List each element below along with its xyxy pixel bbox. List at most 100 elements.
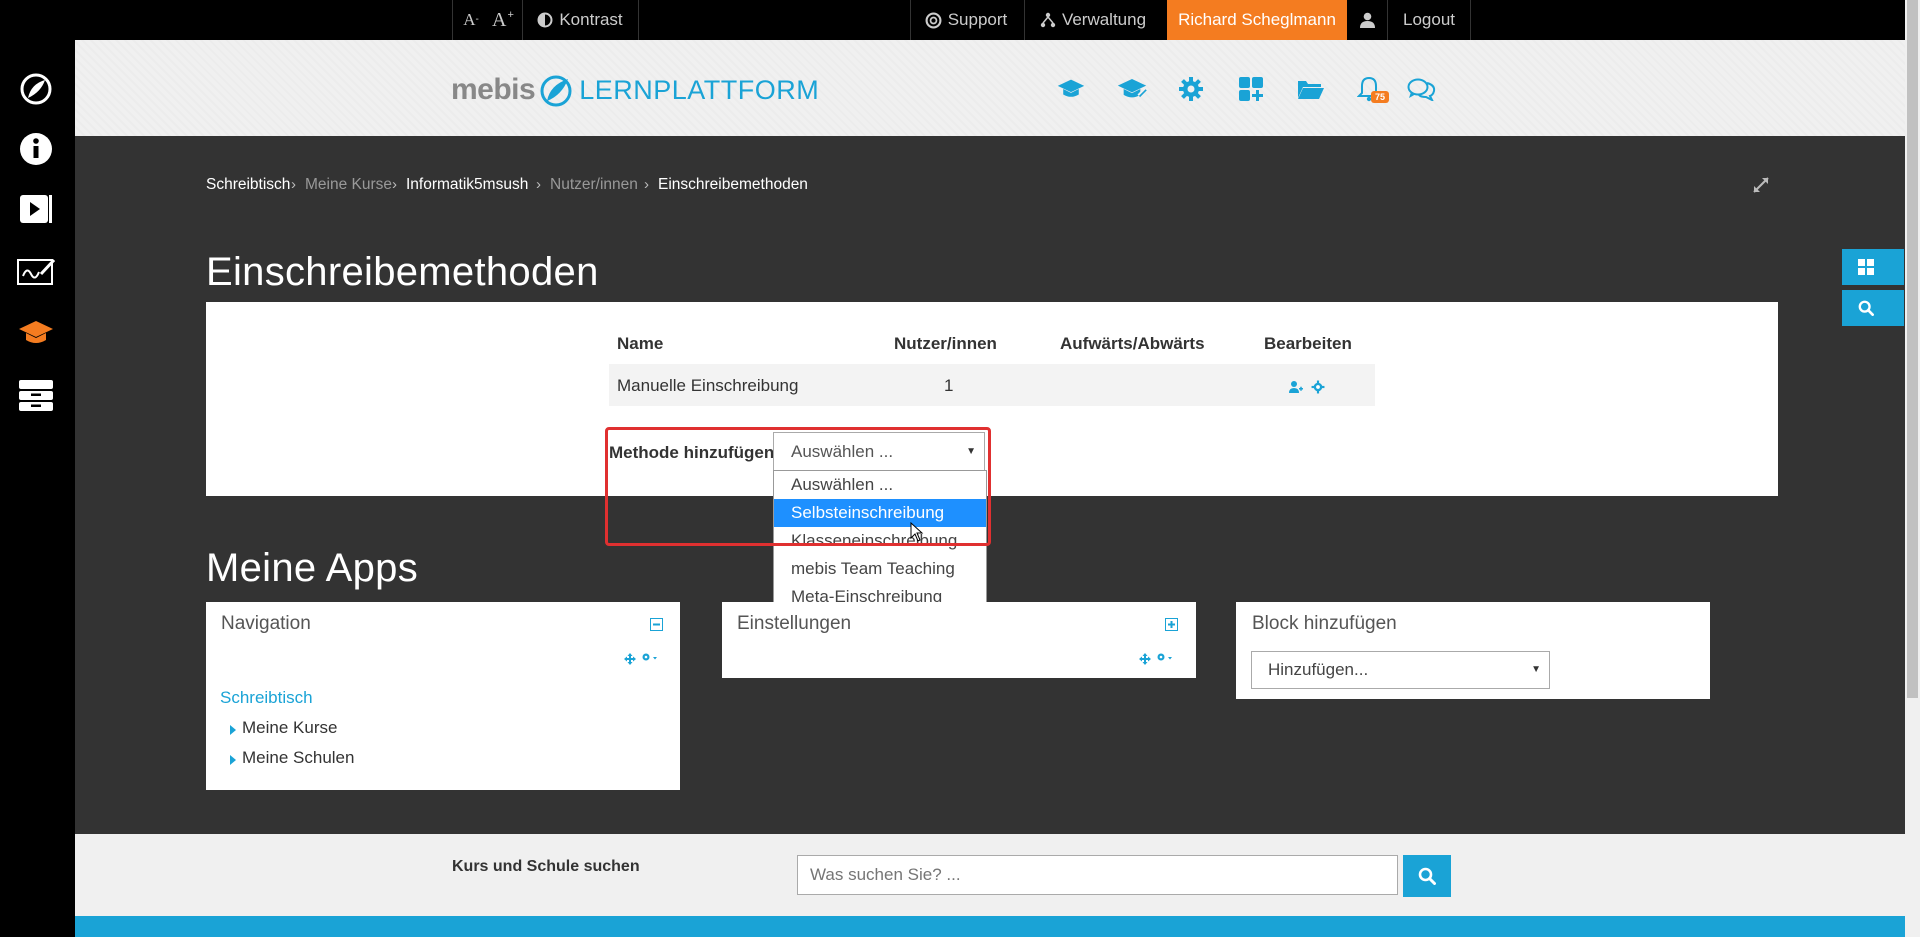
- expand-icon: [1753, 177, 1769, 193]
- method-name: Manuelle Einschreibung: [617, 376, 799, 395]
- col-header-name: Name: [617, 334, 664, 353]
- block-actions-button[interactable]: [1156, 651, 1174, 669]
- font-decrease-button[interactable]: A-: [458, 0, 484, 40]
- breadcrumb-current: Einschreibemethoden: [658, 176, 808, 193]
- archive-icon: [19, 380, 53, 411]
- highlight-frame: [605, 427, 991, 546]
- col-header-users: Nutzer/innen: [894, 334, 997, 353]
- nav-home-link[interactable]: Schreibtisch: [220, 688, 313, 708]
- contrast-icon: [537, 12, 553, 28]
- scrollbar-thumb[interactable]: [1907, 0, 1918, 698]
- block-actions-button[interactable]: [641, 651, 659, 669]
- fullscreen-button[interactable]: [1752, 176, 1770, 199]
- header-notifications-button[interactable]: 75: [1353, 73, 1390, 105]
- user-add-icon: [1289, 381, 1303, 393]
- course-school-search-input[interactable]: [797, 855, 1398, 895]
- gear-dropdown-icon: [1157, 653, 1172, 661]
- media-button[interactable]: [17, 190, 55, 228]
- minus-square-icon: [650, 618, 663, 631]
- notification-badge: 75: [1371, 91, 1390, 103]
- breadcrumb-home[interactable]: Schreibtisch: [206, 176, 290, 194]
- header-files-button[interactable]: [1295, 73, 1327, 105]
- chat-bubbles-icon: [1407, 78, 1436, 101]
- grid-icon: [1858, 259, 1874, 275]
- nav-item-my-schools[interactable]: Meine Schulen: [242, 748, 354, 768]
- nav-item-my-courses[interactable]: Meine Kurse: [242, 718, 337, 738]
- admin-link[interactable]: Verwaltung: [1030, 0, 1156, 40]
- breadcrumb-participants[interactable]: Nutzer/innen: [550, 176, 638, 194]
- option-team-teaching[interactable]: mebis Team Teaching: [774, 555, 986, 583]
- info-icon: [20, 133, 52, 165]
- breadcrumb-separator: ›: [291, 176, 296, 193]
- method-user-count: 1: [944, 376, 954, 395]
- add-block-title: Block hinzufügen: [1252, 613, 1397, 634]
- whiteboard-button[interactable]: [17, 252, 55, 290]
- settings-block-title: Einstellungen: [737, 613, 852, 634]
- video-icon: [20, 195, 52, 223]
- header-courses-button[interactable]: [1055, 73, 1087, 105]
- contrast-button[interactable]: Kontrast: [528, 0, 632, 40]
- gear-dropdown-icon: [642, 653, 657, 661]
- mebis-leaf-logo-icon: [540, 75, 572, 107]
- info-button[interactable]: [17, 130, 55, 168]
- header-dashboard-button[interactable]: [1235, 73, 1267, 105]
- navigation-block-title: Navigation: [221, 613, 311, 634]
- move-icon: [1139, 653, 1151, 665]
- enrol-users-button[interactable]: [1289, 380, 1303, 399]
- breadcrumb-my-courses[interactable]: Meine Kurse: [305, 176, 392, 194]
- folder-open-icon: [1298, 81, 1324, 99]
- breadcrumb-separator: ›: [644, 176, 649, 193]
- caret-down-icon: ▼: [1531, 664, 1541, 675]
- search-icon: [1418, 867, 1436, 885]
- header-settings-button[interactable]: [1175, 73, 1207, 105]
- caret-right-icon[interactable]: [230, 752, 236, 770]
- move-block-button[interactable]: [624, 652, 636, 670]
- collapse-block-button[interactable]: [650, 618, 663, 636]
- signature-icon: [17, 258, 55, 285]
- col-header-edit: Bearbeiten: [1264, 334, 1352, 353]
- header-messages-button[interactable]: [1406, 73, 1438, 105]
- user-menu[interactable]: Richard Scheglmann: [1167, 0, 1347, 40]
- apps-title: Meine Apps: [206, 546, 419, 590]
- move-block-button[interactable]: [1139, 652, 1151, 670]
- edit-method-button[interactable]: [1311, 380, 1325, 399]
- side-search-button[interactable]: [1842, 290, 1904, 326]
- site-logo[interactable]: mebis LERNPLATTFORM: [451, 70, 819, 110]
- platform-name: LERNPLATTFORM: [579, 74, 820, 105]
- support-link[interactable]: Support: [916, 0, 1016, 40]
- mebis-logo-button[interactable]: [17, 70, 55, 108]
- move-icon: [624, 653, 636, 665]
- breadcrumb-course[interactable]: Informatik5msush: [406, 176, 528, 194]
- gear-icon: [1311, 380, 1325, 394]
- archive-button[interactable]: [17, 376, 55, 414]
- page-header: [75, 40, 1905, 136]
- breadcrumb-separator: ›: [536, 176, 541, 193]
- gear-icon: [1179, 77, 1203, 101]
- mebis-leaf-icon: [20, 73, 52, 105]
- expand-block-button[interactable]: [1165, 618, 1178, 636]
- caret-right-icon[interactable]: [230, 722, 236, 740]
- graduation-cap-icon: [1057, 79, 1085, 97]
- dashboard-add-icon: [1239, 77, 1263, 101]
- courses-button[interactable]: [17, 314, 55, 352]
- footer-strip: [75, 916, 1905, 937]
- logout-link[interactable]: Logout: [1388, 0, 1470, 40]
- col-header-updown: Aufwärts/Abwärts: [1060, 334, 1205, 353]
- top-bar: A- A + Kontrast Support Verwaltung Richar…: [0, 0, 1920, 40]
- header-teach-button[interactable]: [1116, 73, 1148, 105]
- user-icon: [1359, 12, 1375, 28]
- graduation-cap-icon: [19, 321, 53, 343]
- lifebuoy-icon: [925, 12, 942, 28]
- add-block-select[interactable]: Hinzufügen... ▼: [1251, 651, 1550, 689]
- font-increase-button[interactable]: A +: [488, 0, 518, 40]
- breadcrumb-separator: ›: [392, 176, 397, 193]
- side-blocks-button[interactable]: [1842, 249, 1904, 285]
- profile-button[interactable]: [1348, 0, 1386, 40]
- plus-square-icon: [1165, 618, 1178, 631]
- page-title: Einschreibemethoden: [206, 250, 599, 294]
- search-icon: [1858, 300, 1874, 316]
- sitemap-icon: [1040, 12, 1056, 28]
- search-button[interactable]: [1403, 855, 1451, 897]
- mouse-cursor-icon: [910, 522, 924, 542]
- teacher-cap-icon: [1117, 79, 1147, 98]
